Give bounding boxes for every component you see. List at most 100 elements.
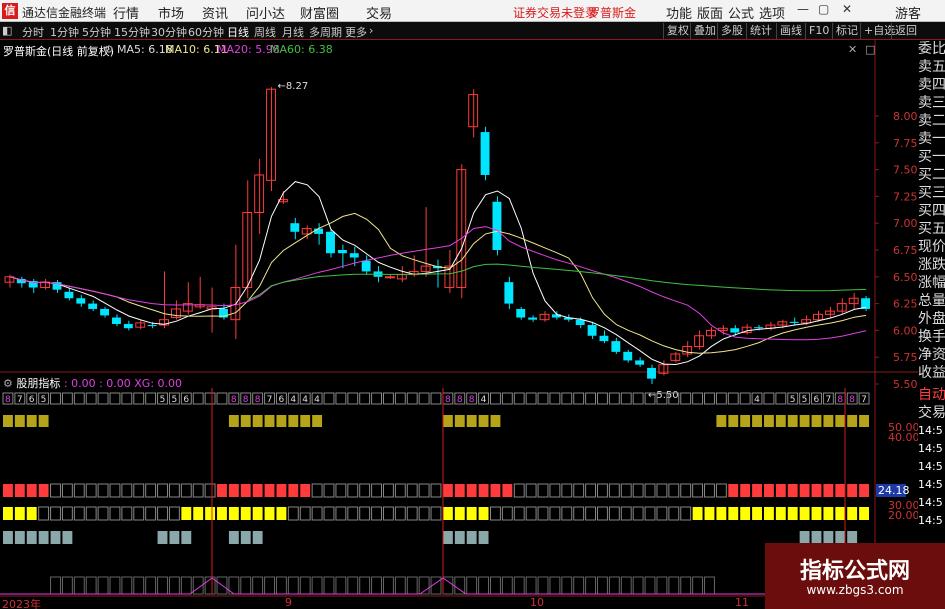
red-cell (311, 483, 323, 498)
bottom-cell (597, 576, 608, 595)
num-cell-label: 6 (814, 395, 820, 405)
olive-bar (228, 415, 239, 427)
bottom-cell (85, 576, 97, 595)
yellow-cell (228, 507, 239, 520)
date-label: 2023年 (2, 598, 41, 609)
yellow-cell (335, 506, 347, 521)
num-cell (73, 392, 85, 405)
gray-cell (252, 531, 263, 544)
yellow-cell (740, 507, 751, 520)
red-cell (715, 483, 727, 498)
red-cell (668, 483, 680, 498)
yellow-cell (14, 507, 25, 520)
bottom-cell (133, 576, 145, 595)
red-cell (799, 484, 810, 497)
auto-trade-toggle[interactable]: 自动 (918, 386, 945, 404)
candle-body (504, 282, 514, 304)
num-cell-label: 5 (790, 395, 796, 405)
num-cell (692, 392, 704, 405)
olive-bar (740, 415, 751, 427)
olive-bar (835, 415, 846, 427)
bottom-cell (335, 576, 347, 595)
bottom-cell (347, 576, 359, 595)
gray-cell (240, 531, 251, 544)
olive-bar (763, 415, 774, 427)
num-cell (775, 392, 787, 405)
bottom-cell (61, 576, 73, 595)
yellow-cell (299, 506, 311, 521)
red-cell (656, 483, 668, 498)
quote-side-panel: 委比 卖五 卖四 卖三 卖二 卖一 买一 买二 买三 买四 买五 现价 涨跌 涨幅 总量 外盘 换手 净资 收益 自动… (918, 40, 945, 530)
num-cell (97, 392, 109, 405)
bottom-cell (490, 576, 501, 595)
bottom-cell (121, 576, 133, 595)
bottom-cell (549, 576, 561, 595)
price-tick-label: 6.25 (893, 298, 918, 311)
trade-label[interactable]: 交易 (918, 404, 945, 422)
red-cell (323, 483, 335, 498)
price-tick-label: 7.25 (893, 190, 918, 203)
bottom-cell (585, 576, 597, 595)
red-cell (597, 483, 608, 498)
num-cell-label: 4 (290, 395, 296, 405)
price-tick-label: 5.50 (893, 378, 918, 391)
red-cell (585, 483, 597, 498)
yellow-cell (859, 507, 869, 520)
yellow-cell (597, 506, 608, 521)
red-cell (752, 484, 762, 497)
gray-cell (181, 531, 192, 544)
yellow-cell (193, 507, 204, 520)
yellow-cell (133, 506, 145, 521)
yellow-cell (668, 506, 680, 521)
num-cell-label: 8 (837, 395, 843, 405)
indicator-settings-icon[interactable]: ⚙ (3, 377, 13, 390)
bottom-cell (145, 576, 157, 595)
num-cell-label: 4 (314, 395, 320, 405)
olive-bar (264, 415, 275, 427)
num-cell-label: 7 (825, 395, 831, 405)
quote-field-label: 买五 (918, 221, 945, 237)
red-cell (728, 484, 739, 497)
red-cell (835, 484, 846, 497)
gray-cell (50, 531, 61, 544)
bottom-cell (50, 576, 61, 595)
candle-body (789, 321, 799, 323)
yellow-cell (752, 507, 762, 520)
yellow-cell (323, 506, 335, 521)
num-cell (406, 392, 418, 405)
yellow-cell (311, 506, 323, 521)
red-cell (371, 483, 382, 498)
quote-field-label: 外盘 (918, 311, 945, 327)
red-cell (50, 483, 61, 498)
num-cell (585, 392, 597, 405)
num-cell (109, 392, 121, 405)
red-cell (359, 483, 371, 498)
bottom-cell (323, 576, 335, 595)
yellow-cell (811, 507, 822, 520)
yellow-cell (121, 506, 133, 521)
olive-bar (14, 415, 25, 427)
yellow-cell (97, 506, 109, 521)
red-cell (3, 484, 13, 497)
red-cell (97, 483, 109, 498)
yellow-cell (145, 506, 157, 521)
yellow-cell (418, 506, 430, 521)
candle-body (123, 323, 133, 329)
bottom-cell (359, 576, 371, 595)
red-cell (168, 483, 180, 498)
num-cell-label: 8 (849, 395, 855, 405)
num-cell (715, 392, 727, 405)
yellow-cell (644, 506, 656, 521)
ind-tick-label: 20.00 (888, 509, 918, 522)
olive-bar (3, 415, 13, 427)
tick-time: 14:5 (918, 478, 943, 491)
red-cell (692, 483, 704, 498)
olive-bar (276, 415, 287, 427)
low-annotation: ←5.50 (648, 390, 679, 401)
yellow-cell (181, 507, 192, 520)
price-tick-label: 6.00 (893, 324, 918, 337)
bottom-cell (240, 576, 252, 595)
num-cell (371, 392, 382, 405)
num-cell (763, 392, 775, 405)
yellow-cell (205, 507, 216, 520)
